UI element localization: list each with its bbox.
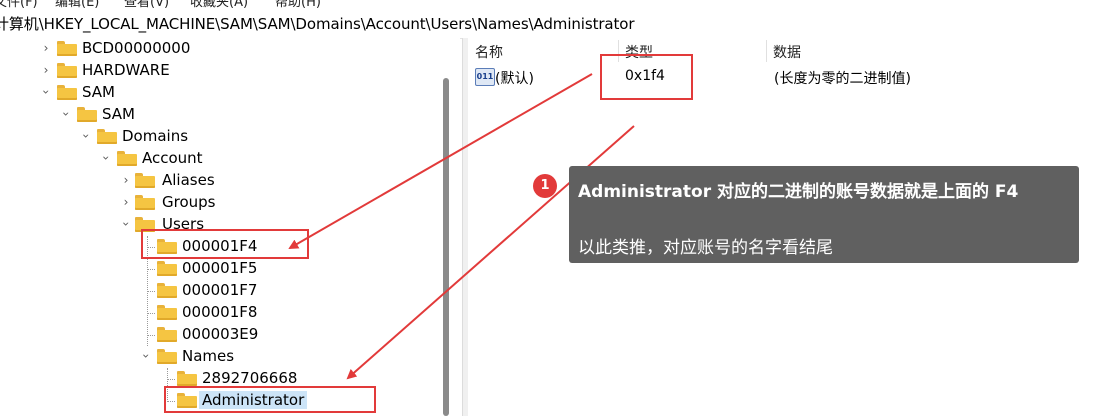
annotation-callout: Administrator 对应的二进制的账号数据就是上面的 F4 以此类推，对… bbox=[569, 166, 1079, 263]
arrow-to-000001f4 bbox=[288, 73, 593, 249]
step-badge: 1 bbox=[533, 174, 557, 198]
callout-line-2: 以此类推，对应账号的名字看结尾 bbox=[578, 238, 833, 258]
callout-line-1: Administrator 对应的二进制的账号数据就是上面的 F4 bbox=[578, 182, 1019, 202]
